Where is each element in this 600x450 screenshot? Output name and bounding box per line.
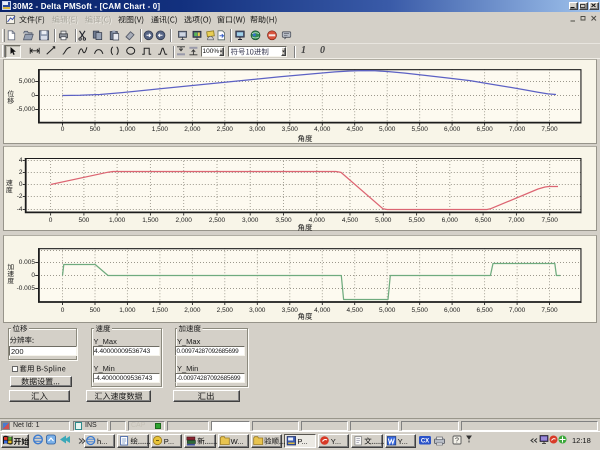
svg-text:?: ? bbox=[455, 438, 459, 445]
svg-text:CX: CX bbox=[421, 439, 429, 445]
